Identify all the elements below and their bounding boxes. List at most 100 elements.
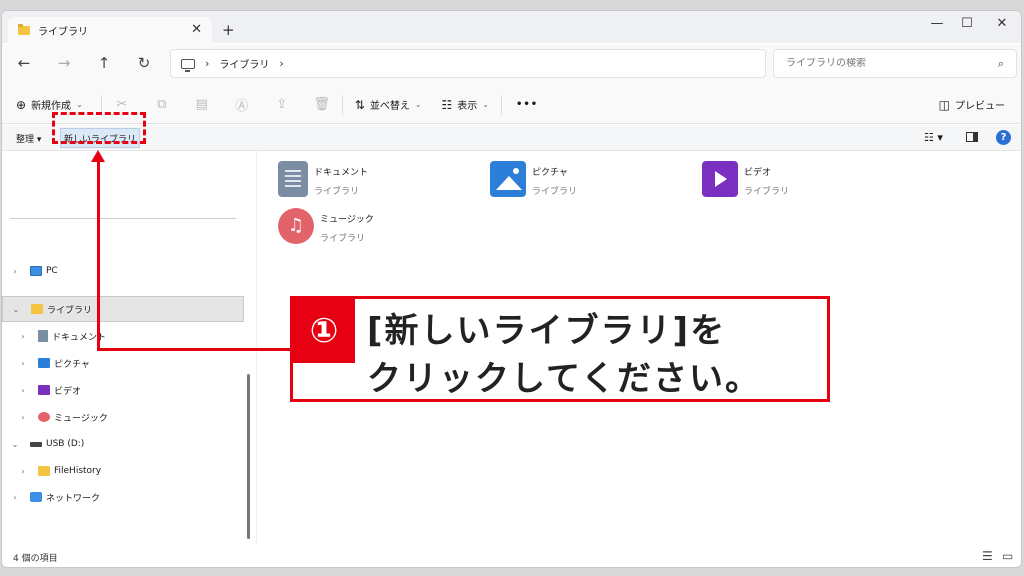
view-label: 表示	[457, 101, 478, 112]
cut-icon[interactable]: ✂	[102, 97, 142, 112]
library-name: ピクチャ	[532, 168, 568, 178]
document-library-icon	[278, 161, 308, 197]
up-button[interactable]: ↑	[92, 54, 116, 72]
step-number-badge: ①	[293, 299, 355, 363]
tree-item-music[interactable]: › ミュージック	[2, 404, 244, 430]
videos-library-icon	[702, 161, 738, 197]
refresh-button[interactable]: ↻	[132, 54, 156, 72]
library-name: ドキュメント	[314, 168, 369, 178]
sort-label: 並べ替え	[369, 101, 410, 112]
explorer-window: ライブラリ ✕ + — ☐ ✕ ← → ↑ ↻ › ライブラリ › ⌕ ⊕ 新規…	[1, 10, 1022, 568]
search-icon: ⌕	[997, 57, 1004, 70]
chevron-down-icon: ⌄	[76, 100, 83, 109]
chevron-right-icon[interactable]: ›	[18, 467, 28, 476]
tree-item-usb[interactable]: ⌄ USB (D:)	[2, 431, 244, 457]
address-bar[interactable]: › ライブラリ ›	[170, 49, 766, 78]
chevron-right-icon[interactable]: ›	[18, 413, 28, 422]
divider	[501, 94, 502, 115]
chevron-right-icon[interactable]: ›	[10, 267, 20, 276]
details-view-icon[interactable]: ☰	[982, 549, 993, 563]
tab-library[interactable]: ライブラリ ✕	[8, 17, 212, 44]
tree-label: ライブラリ	[47, 305, 93, 316]
preview-button[interactable]: ◫ プレビュー	[938, 97, 1005, 113]
close-window-button[interactable]: ✕	[987, 16, 1017, 31]
breadcrumb-library[interactable]: ライブラリ	[219, 56, 269, 71]
preview-pane-icon[interactable]	[966, 132, 978, 142]
usb-drive-icon	[30, 441, 42, 447]
tree-label: ミュージック	[54, 413, 108, 424]
back-button[interactable]: ←	[12, 54, 36, 72]
divider	[10, 218, 236, 219]
new-button[interactable]: ⊕ 新規作成 ⌄	[16, 97, 83, 113]
forward-button[interactable]: →	[52, 54, 76, 72]
tree-item-documents[interactable]: › ドキュメント	[2, 323, 244, 349]
view-icon: ☷	[441, 97, 453, 112]
sort-icon: ⇅	[354, 97, 365, 112]
rename-icon[interactable]: Ⓐ	[222, 95, 262, 114]
preview-pane-icon: ◫	[938, 97, 950, 112]
change-view-icon[interactable]: ☷ ▾	[924, 131, 943, 144]
pc-icon	[181, 58, 195, 72]
music-icon	[38, 412, 50, 422]
share-icon[interactable]: ⇪	[262, 97, 302, 112]
chevron-right-icon[interactable]: ›	[18, 386, 28, 395]
view-button[interactable]: ☷ 表示 ⌄	[441, 97, 489, 113]
title-bar: ライブラリ ✕ + — ☐ ✕	[2, 11, 1021, 44]
search-input[interactable]	[786, 58, 986, 69]
sort-button[interactable]: ⇅ 並べ替え ⌄	[354, 97, 422, 113]
tree-label: ネットワーク	[46, 493, 101, 504]
folder-icon	[31, 304, 43, 314]
search-box[interactable]: ⌕	[773, 49, 1017, 78]
organize-label: 整理	[16, 135, 35, 145]
chevron-down-icon[interactable]: ⌄	[10, 440, 20, 449]
minimize-button[interactable]: —	[922, 16, 952, 31]
tree-item-videos[interactable]: › ビデオ	[2, 377, 244, 403]
picture-icon	[38, 358, 50, 368]
organize-button[interactable]: 整理 ▾	[16, 132, 41, 145]
chevron-right-icon[interactable]: ›	[18, 359, 28, 368]
chevron-right-icon[interactable]: ›	[279, 57, 283, 70]
library-item-documents[interactable]: ドキュメント ライブラリ	[278, 161, 368, 197]
tree-label: USB (D:)	[46, 439, 85, 449]
navigation-pane: › PC ⌄ ライブラリ › ドキュメント › ピクチャ › ビデオ › ミュー…	[2, 151, 244, 543]
navigation-scrollbar[interactable]	[247, 374, 250, 539]
network-icon	[30, 492, 42, 502]
new-label: 新規作成	[31, 101, 72, 112]
instruction-line-1: [新しいライブラリ]を	[367, 311, 727, 351]
help-icon[interactable]: ?	[996, 130, 1011, 145]
library-type: ライブラリ	[532, 187, 578, 197]
new-tab-button[interactable]: +	[222, 21, 235, 39]
music-library-icon: ♫	[278, 208, 314, 244]
arrow-head-icon	[91, 150, 105, 162]
tree-item-pictures[interactable]: › ピクチャ	[2, 350, 244, 376]
library-item-videos[interactable]: ビデオ ライブラリ	[702, 161, 789, 197]
library-item-pictures[interactable]: ピクチャ ライブラリ	[490, 161, 577, 197]
maximize-button[interactable]: ☐	[952, 16, 982, 31]
chevron-right-icon[interactable]: ›	[10, 493, 20, 502]
tab-title: ライブラリ	[38, 27, 88, 38]
tree-item-pc[interactable]: › PC	[2, 258, 244, 284]
pictures-library-icon	[490, 161, 526, 197]
chevron-down-icon[interactable]: ⌄	[11, 305, 21, 314]
library-type: ライブラリ	[320, 234, 366, 244]
library-name: ミュージック	[320, 215, 374, 225]
paste-icon[interactable]: ▤	[182, 97, 222, 112]
tree-item-network[interactable]: › ネットワーク	[2, 484, 244, 510]
library-toolbar: 整理 ▾ 新しいライブラリ ☷ ▾ ?	[2, 125, 1021, 151]
copy-icon[interactable]: ⧉	[142, 97, 182, 112]
library-item-music[interactable]: ♫ ミュージック ライブラリ	[278, 208, 374, 244]
tree-item-filehistory[interactable]: › FileHistory	[2, 458, 244, 484]
chevron-right-icon: ›	[205, 57, 210, 70]
folder-icon	[18, 24, 30, 35]
tab-close-button[interactable]: ✕	[191, 22, 202, 37]
tree-label: ピクチャ	[54, 359, 90, 370]
tiles-view-icon[interactable]: ▭	[1002, 549, 1013, 563]
chevron-right-icon[interactable]: ›	[18, 332, 28, 341]
arrow-line-horizontal	[97, 348, 292, 351]
library-type: ライブラリ	[314, 187, 360, 197]
delete-icon[interactable]: 🗑	[302, 97, 342, 112]
chevron-down-icon: ⌄	[482, 100, 489, 109]
more-button[interactable]: •••	[516, 99, 538, 110]
pane-divider[interactable]	[256, 151, 257, 543]
tree-item-library[interactable]: ⌄ ライブラリ	[2, 296, 244, 322]
